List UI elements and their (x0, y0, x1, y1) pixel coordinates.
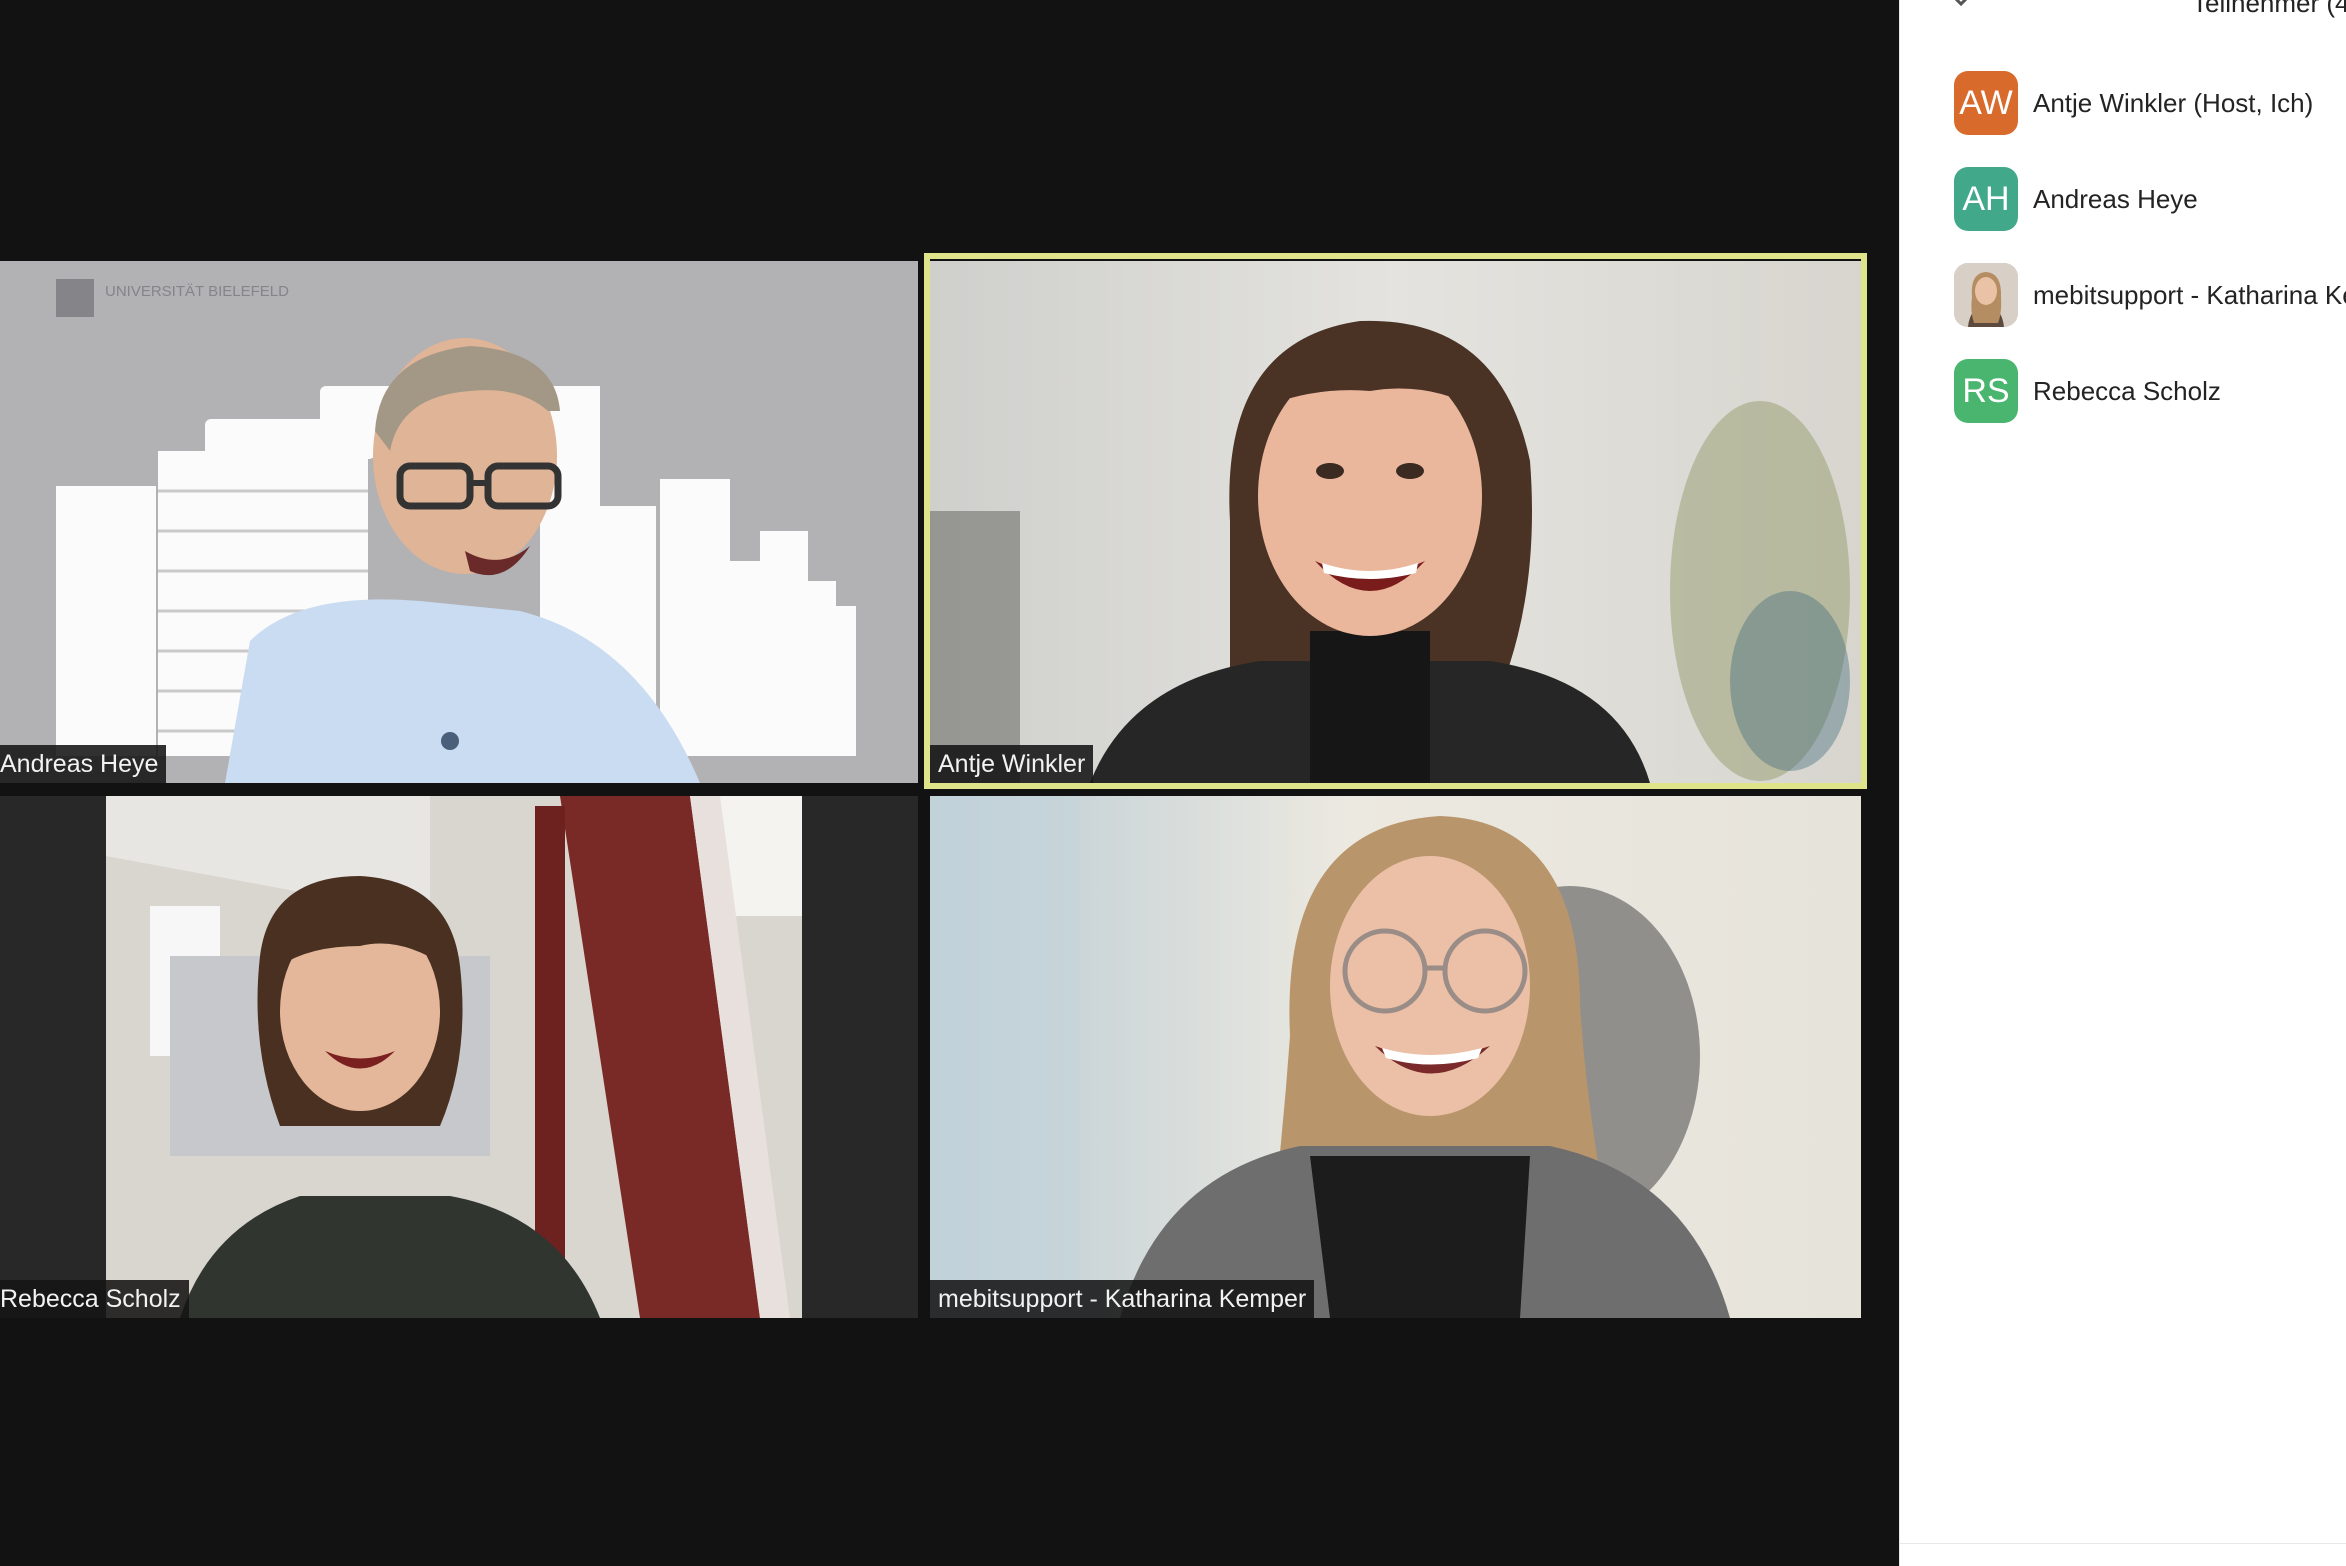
participants-panel: Teilnehmer (4) AW Antje Winkler (Host, I… (1899, 0, 2346, 1566)
chevron-down-icon[interactable] (1950, 0, 1972, 8)
avatar: AW (1954, 71, 2018, 135)
participant-name: Andreas Heye (2033, 183, 2198, 214)
video-tile-antje-winkler[interactable]: Antje Winkler (930, 261, 1861, 783)
video-feed (930, 796, 1861, 1318)
video-feed: UNIVERSITÄT BIELEFELD (0, 261, 918, 783)
participant-name-label: Andreas Heye (0, 745, 167, 783)
video-tile-rebecca-scholz[interactable]: Rebecca Scholz (0, 796, 918, 1318)
svg-text:UNIVERSITÄT BIELEFELD: UNIVERSITÄT BIELEFELD (105, 283, 289, 300)
video-tile-andreas-heye[interactable]: UNIVERSITÄT BIELEFELD Andreas Heye (0, 261, 918, 783)
avatar-initials: AW (1959, 83, 2013, 122)
panel-title: Teilnehmer (4) (2192, 0, 2346, 18)
participant-row[interactable]: AW Antje Winkler (Host, Ich) (1954, 55, 2346, 151)
participant-name-label: Rebecca Scholz (0, 1280, 189, 1318)
video-gallery: UNIVERSITÄT BIELEFELD Andreas Heye Antje… (0, 0, 1899, 1566)
participant-name: Rebecca Scholz (2033, 375, 2221, 406)
participant-row[interactable]: mebitsupport - Katharina Kemper (1954, 247, 2346, 343)
participant-row[interactable]: RS Rebecca Scholz (1954, 343, 2346, 439)
participant-row[interactable]: AH Andreas Heye (1954, 151, 2346, 247)
avatar: RS (1954, 359, 2018, 423)
participant-name-label: mebitsupport - Katharina Kemper (930, 1280, 1315, 1318)
avatar-photo (1954, 263, 2018, 327)
avatar-initials: RS (1962, 371, 2010, 410)
video-feed (0, 796, 918, 1318)
panel-footer-divider (1900, 1543, 2346, 1544)
video-tile-katharina-kemper[interactable]: mebitsupport - Katharina Kemper (930, 796, 1861, 1318)
avatar-initials: AH (1962, 179, 2010, 218)
video-feed (930, 261, 1861, 783)
participant-name: Antje Winkler (Host, Ich) (2033, 87, 2314, 118)
avatar: AH (1954, 167, 2018, 231)
profile-photo-icon (1954, 263, 2018, 327)
participant-name: mebitsupport - Katharina Kemper (2033, 279, 2346, 310)
participant-list: AW Antje Winkler (Host, Ich) AH Andreas … (1954, 55, 2346, 439)
participant-name-label: Antje Winkler (930, 745, 1094, 783)
